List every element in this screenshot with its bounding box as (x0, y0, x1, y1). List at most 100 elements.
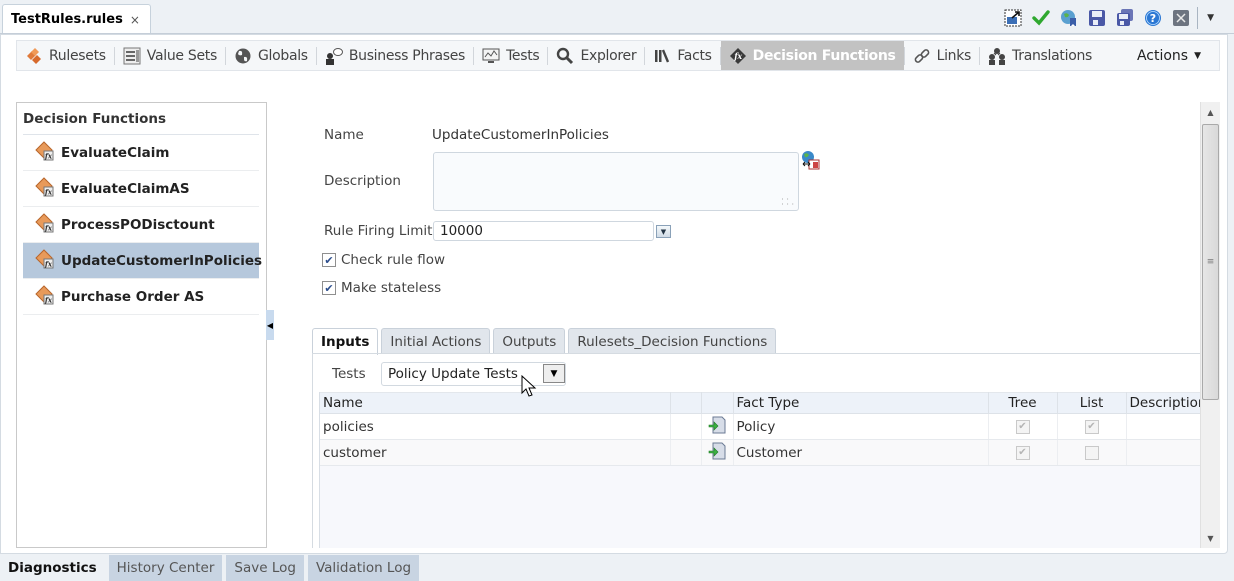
nav-translations[interactable]: Translations (980, 41, 1100, 70)
column-header-description[interactable]: Description (1126, 392, 1202, 414)
make-stateless-checkbox[interactable]: ✔ Make stateless (322, 280, 441, 296)
cell-description[interactable] (1126, 439, 1202, 466)
actions-menu[interactable]: Actions ▼ (1137, 48, 1201, 64)
nav-decision-functions[interactable]: fx Decision Functions (720, 41, 904, 70)
nav-label: Rulesets (49, 47, 106, 64)
cell-list: ✔ (1057, 413, 1127, 440)
tab-content-border (312, 354, 313, 548)
tests-select[interactable]: Policy Update Tests (381, 362, 566, 386)
tests-label: Tests (332, 366, 366, 382)
cell-name[interactable]: policies (320, 413, 671, 440)
table-row[interactable]: policies Policy ✔ ✔ (320, 413, 1202, 440)
toolbar-separator (1197, 7, 1199, 29)
resize-grip-icon[interactable]: · · · · · (781, 196, 794, 209)
nav-tests[interactable]: Tests (474, 41, 547, 70)
column-header-fact-type[interactable]: Fact Type (733, 392, 989, 414)
nav-label: Facts (677, 47, 712, 64)
tab-initial-actions[interactable]: Initial Actions (381, 328, 491, 354)
nav-label: Links (936, 47, 972, 64)
nav-label: Tests (506, 47, 540, 64)
facts-icon (653, 47, 671, 65)
help-icon[interactable]: ? (1143, 9, 1162, 28)
nav-links[interactable]: Links (905, 41, 979, 70)
table-header-row: Name Fact Type Tree List Description (320, 392, 1202, 414)
validate-check-icon[interactable] (1031, 9, 1050, 28)
cell-description[interactable] (1126, 413, 1202, 440)
decision-function-tabs: Inputs Initial Actions Outputs Rulesets_… (312, 328, 777, 355)
cell-tree: ✔ (988, 413, 1058, 440)
cell-fact-icon[interactable] (701, 439, 734, 466)
collapse-panel-handle[interactable]: ◀ (266, 310, 274, 340)
decision-function-icon: fx (35, 284, 55, 309)
nav-label: Business Phrases (348, 47, 466, 64)
tab-validation-log[interactable]: Validation Log (307, 555, 420, 581)
globe-icon (234, 47, 252, 65)
table-row[interactable]: customer Customer ✔ (320, 439, 1202, 466)
svg-text:fx: fx (44, 259, 53, 268)
rule-firing-limit-label: Rule Firing Limit (324, 223, 433, 239)
svg-text:fx: fx (44, 187, 53, 196)
list-item[interactable]: fx EvaluateClaimAS (23, 171, 259, 207)
checkbox-checked-icon[interactable]: ✔ (322, 253, 336, 267)
scrollbar-thumb[interactable]: ≡ (1202, 124, 1219, 400)
rule-firing-limit-dropdown[interactable]: ▼ (656, 225, 671, 238)
description-field[interactable]: · · · · · (433, 152, 799, 211)
cell-blank (670, 413, 702, 440)
nav-explorer[interactable]: Explorer (548, 41, 644, 70)
nav-label: Explorer (580, 47, 637, 64)
checkbox-checked-icon[interactable]: ✔ (322, 281, 336, 295)
tab-rulesets-decision-functions[interactable]: Rulesets_Decision Functions (568, 328, 777, 354)
cell-list (1057, 439, 1127, 466)
nav-business-phrases[interactable]: Business Phrases (317, 41, 473, 70)
scroll-down-icon[interactable]: ▼ (1201, 530, 1220, 546)
decision-functions-panel: Decision Functions fx EvaluateClaim fx E… (16, 102, 267, 548)
list-item-label: ProcessPODisctount (61, 216, 215, 233)
panel-title: Decision Functions (23, 111, 167, 127)
cell-fact-type[interactable]: Customer (733, 439, 989, 466)
check-rule-flow-checkbox[interactable]: ✔ Check rule flow (322, 252, 445, 268)
column-header-list[interactable]: List (1057, 392, 1127, 414)
scroll-up-icon[interactable]: ▲ (1201, 104, 1220, 120)
list-item[interactable]: fx ProcessPODisctount (23, 207, 259, 243)
checkbox-disabled-checked-icon: ✔ (1015, 419, 1030, 434)
column-header-name[interactable]: Name (320, 392, 671, 414)
cell-blank (670, 439, 702, 466)
translate-description-icon[interactable] (800, 150, 821, 175)
rule-firing-limit-input[interactable]: 10000 (433, 221, 654, 241)
chevron-down-icon[interactable]: ▼ (1207, 13, 1214, 23)
cell-name[interactable]: customer (320, 439, 671, 466)
cell-fact-type[interactable]: Policy (733, 413, 989, 440)
tests-dropdown-button[interactable]: ▼ (543, 364, 565, 383)
save-icon[interactable] (1087, 9, 1106, 28)
vertical-scrollbar[interactable]: ▲ ≡ ▼ (1200, 102, 1220, 548)
svg-text:fx: fx (44, 295, 53, 304)
nav-facts[interactable]: Facts (645, 41, 719, 70)
tab-outputs[interactable]: Outputs (493, 328, 566, 354)
nav-globals[interactable]: Globals (226, 41, 316, 70)
caret-left-icon: ◀ (266, 320, 274, 330)
edit-table-icon[interactable] (1003, 9, 1022, 28)
tab-diagnostics[interactable]: Diagnostics (0, 555, 105, 581)
svg-text:?: ? (1149, 12, 1155, 25)
close-icon[interactable]: × (130, 13, 140, 27)
file-tab[interactable]: TestRules.rules × (2, 4, 151, 34)
checkbox-disabled-unchecked-icon (1084, 445, 1099, 460)
list-item[interactable]: fx Purchase Order AS (23, 279, 259, 315)
tab-inputs[interactable]: Inputs (312, 328, 379, 355)
list-item-selected[interactable]: fx UpdateCustomerInPolicies (23, 243, 262, 279)
svg-text:fx: fx (44, 223, 53, 232)
column-header-tree[interactable]: Tree (988, 392, 1058, 414)
caret-down-icon: ▼ (660, 227, 667, 236)
tab-history-center[interactable]: History Center (108, 555, 223, 581)
nav-rulesets[interactable]: Rulesets (17, 41, 114, 70)
close-editor-icon[interactable] (1171, 9, 1190, 28)
save-all-icon[interactable] (1115, 9, 1134, 28)
file-tab-label: TestRules.rules (11, 12, 123, 27)
description-label: Description (324, 173, 401, 189)
list-item[interactable]: fx EvaluateClaim (23, 135, 259, 171)
nav-value-sets[interactable]: Value Sets (115, 41, 225, 70)
editor-toolbar: ? ▼ (1003, 7, 1214, 29)
tab-save-log[interactable]: Save Log (226, 555, 304, 581)
cell-fact-icon[interactable] (701, 413, 734, 440)
globe-bookmark-icon[interactable] (1059, 9, 1078, 28)
